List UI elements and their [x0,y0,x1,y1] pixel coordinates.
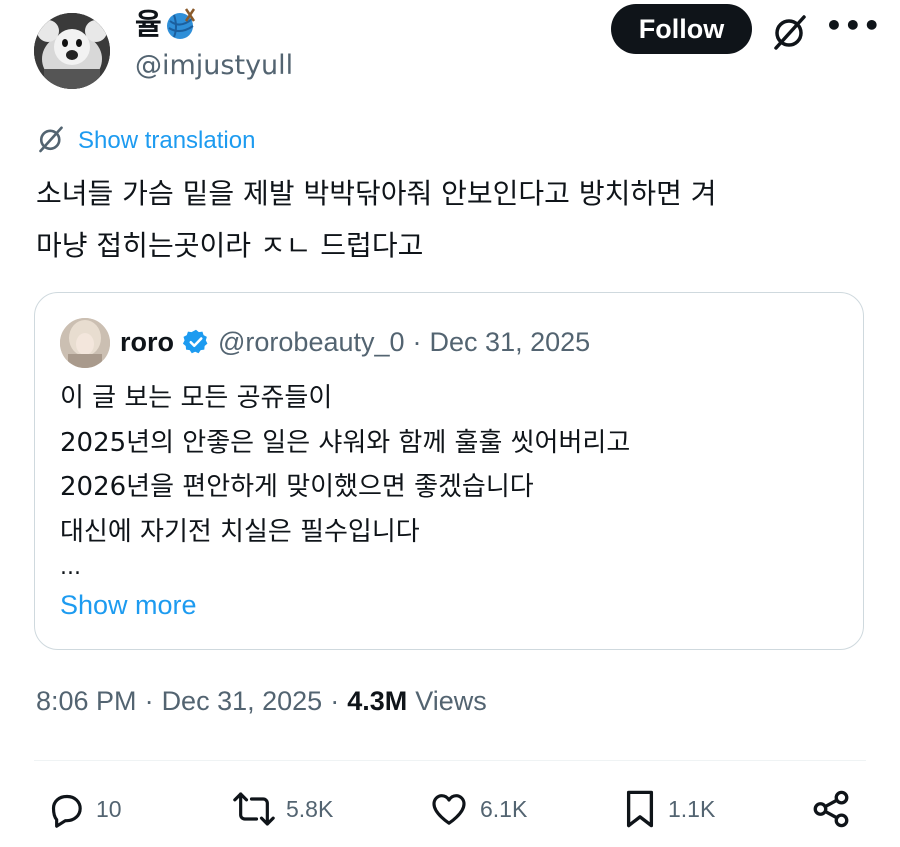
quote-separator: · [412,327,422,357]
show-translation-link[interactable]: Show translation [36,124,255,158]
quote-ellipsis: ... [60,555,81,580]
divider [34,760,866,761]
author-name-row[interactable]: 율 [135,6,198,42]
tweet-date[interactable]: Dec 31, 2025 [162,686,323,717]
quote-author-handle: @rorobeauty_0 [218,327,405,357]
author-handle[interactable]: @imjustyull [135,48,293,84]
bookmark-count: 1.1K [668,795,716,822]
like-button[interactable]: 6.1K [428,786,527,832]
meta-separator: · [144,686,154,716]
repost-icon [232,789,276,829]
author-avatar[interactable] [34,13,110,89]
yarn-ball-icon [164,7,198,41]
share-icon [810,788,852,830]
grok-icon [36,124,66,158]
quote-text: 이 글 보는 모든 공쥬들이 2025년의 안좋은 일은 샤워와 함께 훌훌 씻… [60,383,631,547]
meta-separator: · [330,686,340,716]
show-translation-label[interactable]: Show translation [78,127,255,155]
more-options-icon[interactable]: ••• [825,10,881,50]
reply-button[interactable]: 10 [46,786,122,832]
heart-icon [428,789,470,829]
share-button[interactable] [810,786,852,832]
tweet-text: 소녀들 가슴 밑을 제발 박박닦아줘 안보인다고 방치하면 겨 마냥 접히는곳이… [36,177,717,262]
bookmark-icon [622,788,658,830]
follow-button[interactable]: Follow [611,4,752,54]
show-more-link[interactable]: Show more [60,585,197,625]
reply-count: 10 [96,795,122,822]
repost-count: 5.8K [286,795,334,822]
verified-badge-icon [182,328,210,356]
quote-author-avatar [60,318,110,368]
like-count: 6.1K [480,795,528,822]
bookmark-button[interactable]: 1.1K [622,786,715,832]
author-display-name[interactable]: 율 [135,6,162,42]
tweet-meta: 8:06 PM · Dec 31, 2025 · 4.3M Views [36,686,487,717]
reply-icon [46,789,86,829]
quote-date: Dec 31, 2025 [429,327,591,357]
repost-button[interactable]: 5.8K [232,786,333,832]
tweet-time[interactable]: 8:06 PM [36,686,137,717]
grok-icon[interactable] [770,12,810,52]
views-label[interactable]: Views [415,686,487,717]
views-count[interactable]: 4.3M [347,686,407,717]
quote-header: roro @rorobeauty_0 · Dec 31, 2025 [120,322,590,362]
quote-author-name[interactable]: roro [120,322,174,362]
